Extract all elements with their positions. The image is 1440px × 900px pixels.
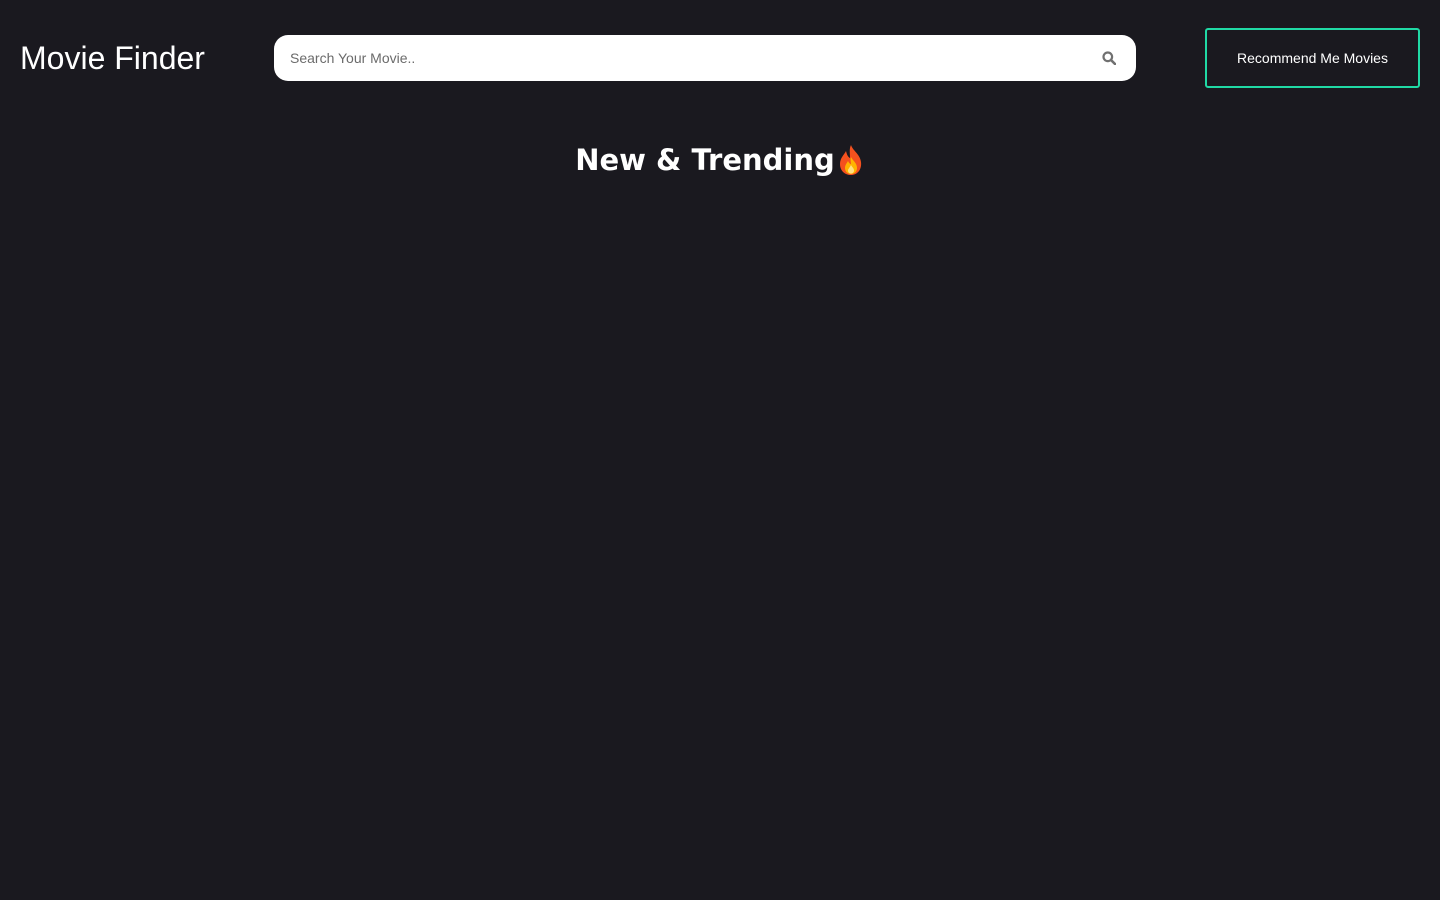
fire-icon xyxy=(837,144,865,176)
recommend-movies-button[interactable]: Recommend Me Movies xyxy=(1205,28,1420,88)
search-input[interactable] xyxy=(274,35,1074,81)
section-title: New & Trending xyxy=(575,143,835,177)
app-title: Movie Finder xyxy=(20,40,205,76)
search-icon[interactable] xyxy=(1102,51,1117,66)
top-header: Movie Finder Recommend Me Movies xyxy=(0,0,1440,116)
section-heading: New & Trending xyxy=(0,140,1440,180)
recommend-movies-button-label: Recommend Me Movies xyxy=(1237,50,1388,66)
trending-content-area xyxy=(0,200,1440,900)
search-bar[interactable] xyxy=(274,35,1136,81)
